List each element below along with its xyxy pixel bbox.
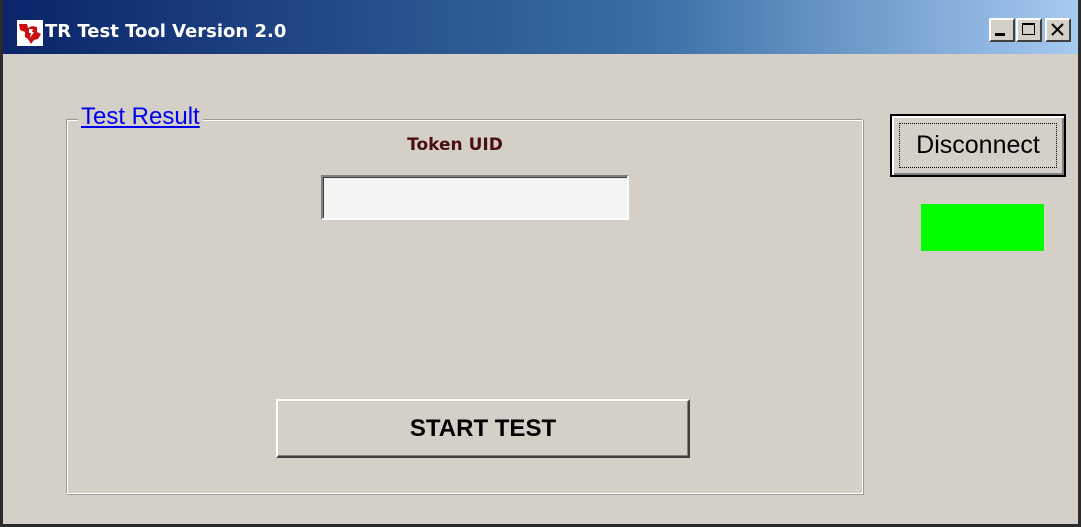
maximize-icon [1022,23,1035,35]
close-button[interactable] [1045,18,1071,42]
ti-logo-icon [17,20,43,46]
minimize-button[interactable] [989,18,1015,42]
close-icon [1051,23,1064,36]
token-uid-label: Token UID [407,135,503,155]
test-result-label[interactable]: Test Result [78,102,203,132]
disconnect-button[interactable]: Disconnect [890,114,1066,177]
maximize-button[interactable] [1016,18,1042,42]
title-bar[interactable]: TR Test Tool Version 2.0 [3,0,1078,54]
app-window: TR Test Tool Version 2.0 Test Result Tok… [0,0,1081,527]
disconnect-label: Disconnect [916,131,1040,159]
window-title: TR Test Tool Version 2.0 [45,21,287,42]
connection-status-indicator [921,204,1044,251]
start-test-button[interactable]: START TEST [276,399,690,458]
token-uid-field[interactable] [321,175,629,220]
minimize-icon [995,33,1005,36]
